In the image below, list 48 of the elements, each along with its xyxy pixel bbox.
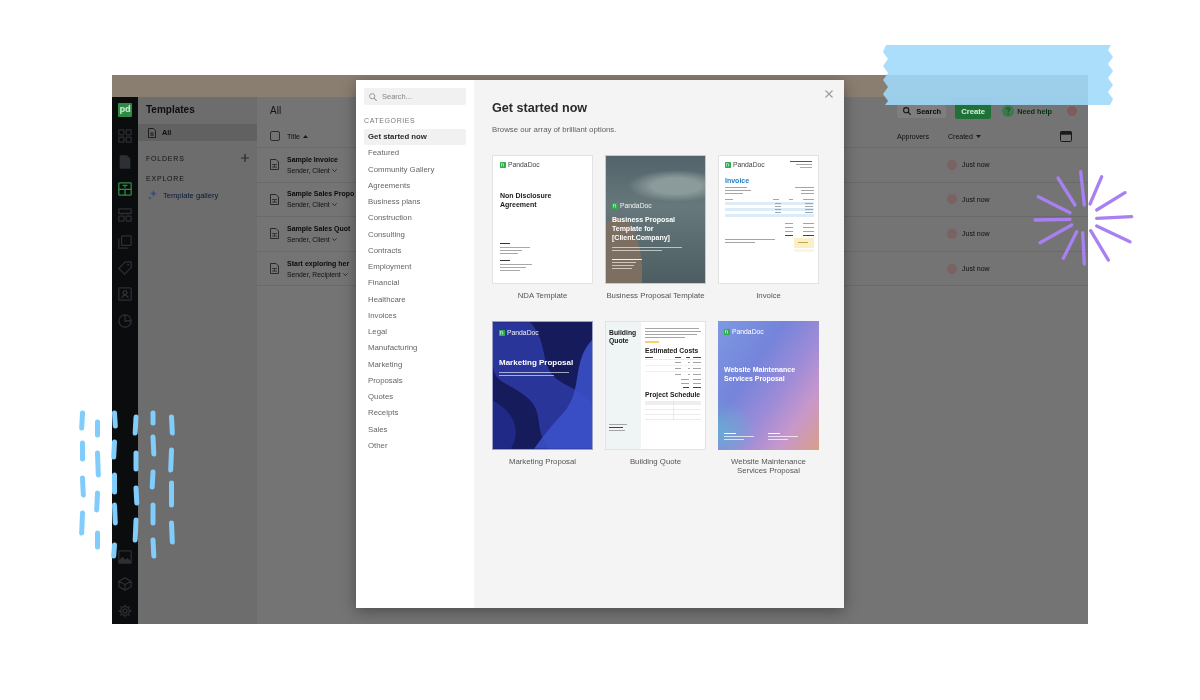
text-lines-drawing	[500, 243, 532, 271]
document-icon[interactable]	[118, 155, 132, 170]
cube-icon[interactable]	[118, 577, 132, 591]
logo-icon	[612, 203, 618, 209]
text-lines-drawing	[499, 371, 569, 376]
grid-icon[interactable]	[118, 129, 132, 143]
sidebar-title: Templates	[146, 103, 195, 117]
page-title: All	[270, 105, 282, 117]
chevron-down-icon	[331, 238, 337, 241]
document-icon	[270, 263, 279, 275]
image-icon[interactable]	[118, 550, 132, 564]
pie-chart-icon[interactable]	[118, 313, 132, 328]
document-title: Marketing Proposal	[499, 357, 574, 368]
settings-icon[interactable]	[118, 604, 132, 618]
tag-icon[interactable]	[118, 260, 132, 275]
cost-table-drawing	[645, 356, 701, 388]
close-icon[interactable]	[825, 90, 833, 98]
search-icon	[369, 92, 377, 101]
logo-icon	[499, 329, 505, 336]
help-icon	[1002, 105, 1015, 117]
page-icon	[148, 127, 156, 138]
panel-icon[interactable]	[1060, 130, 1072, 142]
logo-icon	[724, 328, 730, 335]
layout-icon[interactable]	[118, 208, 132, 223]
dialog-title: Get started now	[492, 100, 588, 116]
chevron-down-icon	[331, 168, 337, 172]
caret-down-icon	[975, 134, 981, 138]
chevron-down-icon	[331, 203, 337, 207]
text-lines-drawing	[612, 247, 682, 269]
copy-icon[interactable]	[118, 234, 132, 249]
plus-icon[interactable]	[241, 154, 249, 162]
document-icon	[270, 159, 279, 171]
sparkle-icon	[148, 190, 157, 200]
schedule-table-drawing	[645, 400, 701, 420]
text-lines-drawing	[609, 423, 627, 431]
search-icon	[903, 107, 912, 115]
text-lines-drawing	[645, 327, 701, 343]
logo-icon	[500, 162, 506, 168]
chevron-down-icon	[342, 272, 348, 276]
document-icon	[270, 193, 279, 205]
contact-card-icon[interactable]	[118, 287, 132, 302]
avatar-icon[interactable]	[1067, 106, 1077, 116]
logo-icon	[725, 162, 731, 168]
sort-up-icon	[302, 134, 308, 138]
select-all-checkbox[interactable]	[270, 131, 280, 141]
document-icon	[270, 228, 279, 240]
app-logo[interactable]: pd	[118, 103, 132, 117]
template-icon[interactable]	[118, 181, 132, 196]
